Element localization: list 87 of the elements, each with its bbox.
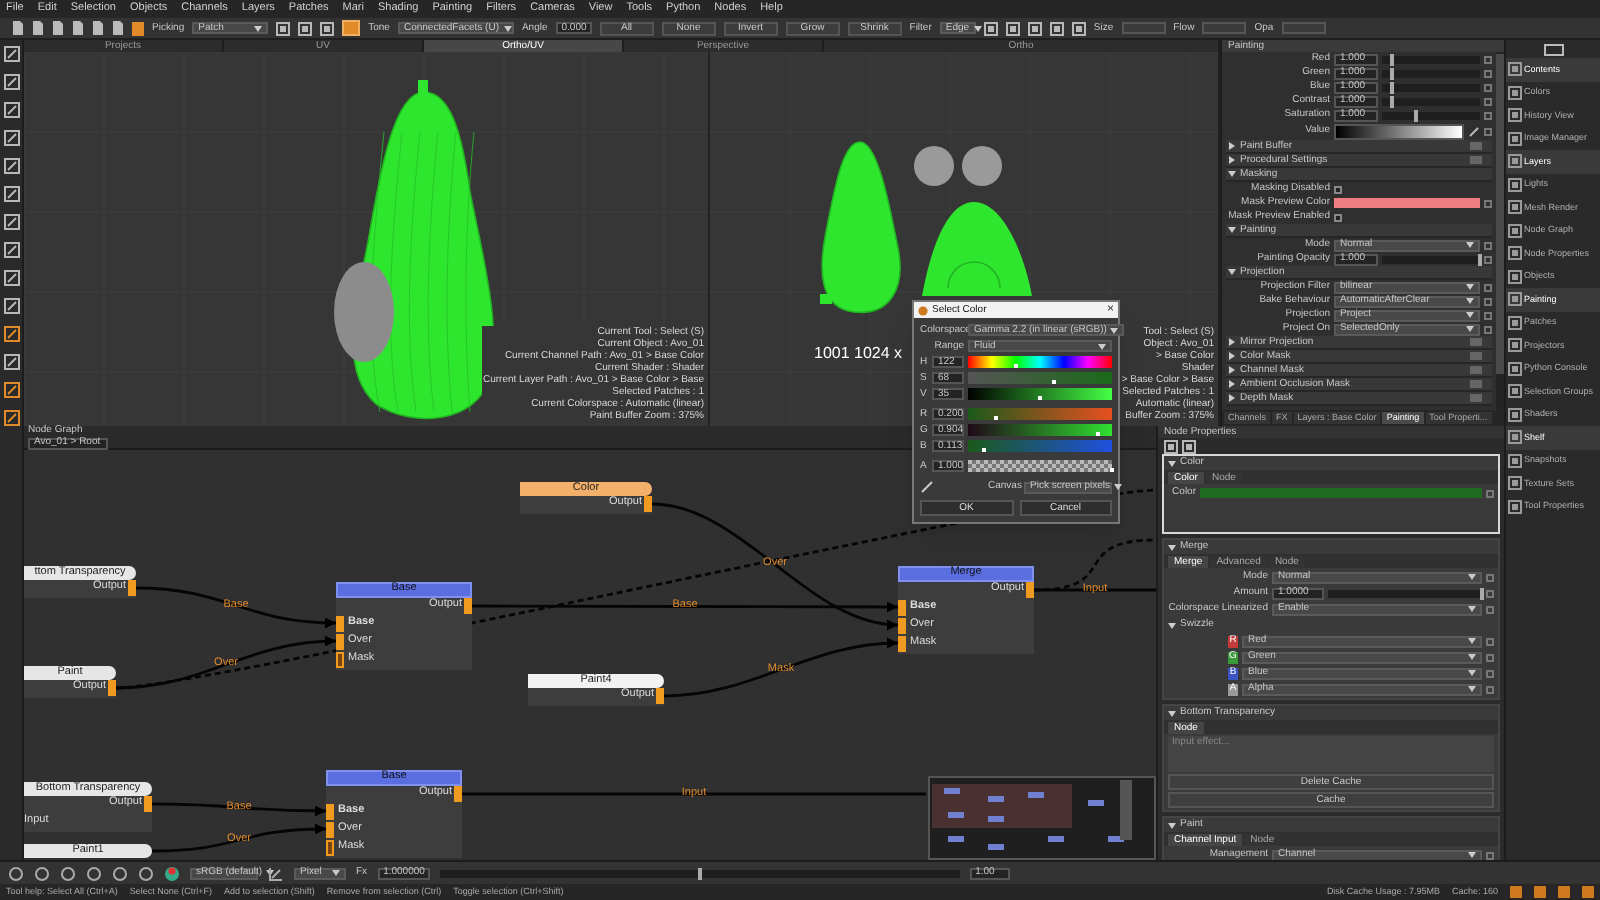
input-port[interactable]	[898, 617, 906, 633]
caret-icon	[1468, 670, 1476, 676]
input-port[interactable]	[336, 633, 344, 649]
color-swatch[interactable]	[1334, 198, 1480, 208]
input-field[interactable]	[1281, 22, 1326, 34]
color-swatch[interactable]	[1200, 488, 1482, 498]
eyedropper-icon[interactable]	[1468, 125, 1480, 137]
expanded-triangle-icon[interactable]	[1168, 709, 1176, 717]
collapsed-triangle-icon[interactable]	[1228, 380, 1236, 388]
tool-icon[interactable]	[3, 130, 19, 146]
eyedropper-icon[interactable]	[920, 480, 934, 494]
input-port[interactable]	[326, 803, 334, 819]
tool-icon[interactable]	[3, 270, 19, 286]
expanded-triangle-icon[interactable]	[1228, 268, 1236, 276]
color-slider[interactable]	[968, 408, 1112, 420]
caret-icon	[1468, 638, 1476, 644]
slider-thumb[interactable]	[1389, 81, 1394, 93]
slider-track[interactable]	[1382, 255, 1480, 263]
collapsed-triangle-icon[interactable]	[1228, 338, 1236, 346]
expanded-triangle-icon[interactable]	[1168, 459, 1176, 467]
input-port[interactable]	[898, 599, 906, 615]
caret-icon	[1466, 242, 1474, 248]
collapsed-triangle-icon[interactable]	[1228, 142, 1236, 150]
caret-icon	[1110, 327, 1119, 333]
color-slider[interactable]	[968, 372, 1112, 384]
input-port[interactable]	[326, 821, 334, 837]
active-tool-icon[interactable]	[3, 382, 19, 398]
tool-icon[interactable]	[3, 242, 19, 258]
checkbox[interactable]	[1334, 213, 1342, 221]
collapsed-triangle-icon[interactable]	[1228, 366, 1236, 374]
tool-icon[interactable]	[3, 186, 19, 202]
caret-icon	[1468, 686, 1476, 692]
tool-icon[interactable]	[3, 158, 19, 174]
lock-icon[interactable]	[1486, 489, 1494, 497]
expanded-triangle-icon[interactable]	[1228, 226, 1236, 234]
caret-icon	[1098, 343, 1106, 349]
collapsed-triangle-icon[interactable]	[1228, 394, 1236, 402]
input-port[interactable]	[326, 839, 334, 855]
caret-icon	[254, 25, 263, 31]
value-gradient[interactable]	[1334, 123, 1464, 139]
caret-icon	[1468, 654, 1476, 660]
slider-thumb[interactable]	[1389, 95, 1394, 107]
color-slider[interactable]	[968, 460, 1112, 472]
app-icon	[918, 305, 928, 315]
tool-icon[interactable]	[3, 74, 19, 90]
tool-icon[interactable]	[3, 354, 19, 370]
color-slider[interactable]	[968, 424, 1112, 436]
caret-icon	[1468, 574, 1476, 580]
active-tool-icon[interactable]	[3, 326, 19, 342]
expanded-triangle-icon[interactable]	[1228, 170, 1236, 178]
input-field[interactable]	[1121, 22, 1166, 34]
caret-icon	[1468, 606, 1476, 612]
connection-wire[interactable]	[1034, 588, 1156, 592]
input-port[interactable]	[898, 635, 906, 651]
slider-thumb[interactable]	[1414, 109, 1419, 121]
lock-icon[interactable]	[1484, 199, 1492, 207]
slider-thumb[interactable]	[697, 867, 702, 879]
graph-icon[interactable]	[268, 865, 284, 881]
uv-tile-label: 1001 1024 x	[814, 346, 903, 362]
input-port[interactable]	[336, 615, 344, 631]
connection-wire[interactable]	[152, 802, 326, 817]
slider-thumb[interactable]	[1389, 67, 1394, 79]
collapsed-triangle-icon[interactable]	[1228, 352, 1236, 360]
tool-icon[interactable]	[3, 298, 19, 314]
caret-icon	[1114, 484, 1123, 490]
input-port[interactable]	[336, 651, 344, 667]
tool-icon[interactable]	[3, 102, 19, 118]
expanded-triangle-icon[interactable]	[1168, 621, 1176, 629]
active-tool-icon[interactable]	[3, 410, 19, 426]
minimap-drawing[interactable]	[928, 776, 1156, 860]
checkbox[interactable]	[1334, 185, 1342, 193]
caret-icon	[973, 25, 982, 31]
tool-icon[interactable]	[3, 214, 19, 230]
color-slider[interactable]	[968, 356, 1112, 368]
collapsed-triangle-icon[interactable]	[1228, 156, 1236, 164]
color-slider[interactable]	[968, 388, 1112, 400]
expanded-triangle-icon[interactable]	[1168, 821, 1176, 829]
tool-icon[interactable]	[3, 46, 19, 62]
color-wheel-icon[interactable]	[164, 865, 180, 881]
input-field[interactable]	[1202, 22, 1247, 34]
caret-icon	[332, 870, 340, 876]
slider-thumb[interactable]	[1389, 53, 1394, 65]
caret-icon	[266, 870, 275, 876]
color-slider[interactable]	[968, 440, 1112, 452]
expanded-triangle-icon[interactable]	[1168, 543, 1176, 551]
window-icon[interactable]	[1543, 43, 1563, 55]
caret-icon	[503, 25, 511, 31]
